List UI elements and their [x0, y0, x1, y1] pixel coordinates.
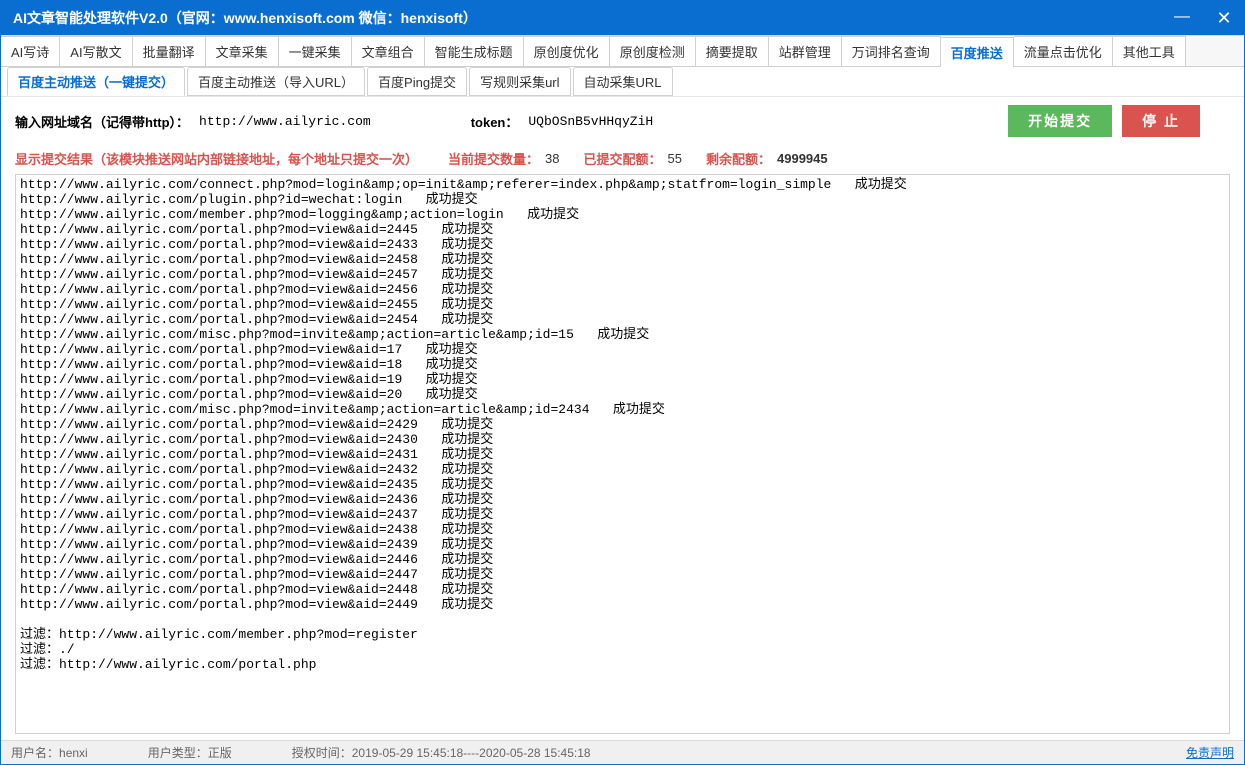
disclaimer-link[interactable]: 免责声明 — [1186, 744, 1234, 761]
sub-tab-4[interactable]: 自动采集URL — [573, 67, 673, 96]
sub-tab-0[interactable]: 百度主动推送（一键提交） — [7, 67, 185, 96]
main-tab-8[interactable]: 原创度检测 — [610, 36, 696, 66]
stop-button[interactable]: 停 止 — [1122, 105, 1200, 137]
start-submit-button[interactable]: 开始提交 — [1008, 105, 1112, 137]
domain-value[interactable]: http://www.ailyric.com — [199, 114, 371, 129]
footer-type-label: 用户类型： — [148, 746, 208, 760]
status-row: 显示提交结果（该模块推送网站内部链接地址，每个地址只提交一次） 当前提交数量： … — [1, 145, 1244, 172]
main-tab-0[interactable]: AI写诗 — [1, 36, 60, 66]
footer-type: 用户类型：正版 — [148, 744, 232, 761]
main-tab-5[interactable]: 文章组合 — [352, 36, 425, 66]
footer-type-value: 正版 — [208, 746, 232, 760]
main-tab-2[interactable]: 批量翻译 — [133, 36, 206, 66]
sub-tab-3[interactable]: 写规则采集url — [469, 67, 570, 96]
remaining-quota-value: 4999945 — [777, 151, 828, 166]
domain-label: 输入网址域名（记得带http）： — [15, 112, 189, 131]
main-tab-7[interactable]: 原创度优化 — [524, 36, 610, 66]
input-row: 输入网址域名（记得带http）： http://www.ailyric.com … — [1, 97, 1244, 145]
submitted-quota-value: 55 — [668, 151, 682, 166]
main-tab-1[interactable]: AI写散文 — [60, 36, 132, 66]
status-bar: 用户名：henxi 用户类型：正版 授权时间：2019-05-29 15:45:… — [1, 740, 1244, 764]
main-tab-6[interactable]: 智能生成标题 — [425, 36, 524, 66]
minimize-button[interactable]: — — [1170, 8, 1194, 29]
footer-auth: 授权时间：2019-05-29 15:45:18----2020-05-28 1… — [292, 744, 591, 761]
token-label: token： — [471, 112, 519, 131]
footer-auth-value: 2019-05-29 15:45:18----2020-05-28 15:45:… — [352, 746, 591, 760]
sub-tab-2[interactable]: 百度Ping提交 — [367, 67, 467, 96]
main-tab-12[interactable]: 百度推送 — [941, 37, 1014, 67]
current-count-label: 当前提交数量： — [448, 149, 539, 168]
footer-user-label: 用户名： — [11, 746, 59, 760]
main-tab-11[interactable]: 万词排名查询 — [842, 36, 941, 66]
close-button[interactable]: ✕ — [1212, 8, 1236, 29]
results-panel[interactable]: http://www.ailyric.com/connect.php?mod=l… — [15, 174, 1230, 734]
titlebar: AI文章智能处理软件V2.0（官网：www.henxisoft.com 微信：h… — [1, 1, 1244, 35]
sub-tab-1[interactable]: 百度主动推送（导入URL） — [187, 67, 365, 96]
sub-tabs: 百度主动推送（一键提交）百度主动推送（导入URL）百度Ping提交写规则采集ur… — [1, 67, 1244, 97]
window-controls: — ✕ — [1170, 8, 1236, 29]
main-tab-4[interactable]: 一键采集 — [279, 36, 352, 66]
main-tab-13[interactable]: 流量点击优化 — [1014, 36, 1113, 66]
main-tab-14[interactable]: 其他工具 — [1113, 36, 1186, 66]
submitted-quota-label: 已提交配额： — [584, 149, 662, 168]
main-tabs: AI写诗AI写散文批量翻译文章采集一键采集文章组合智能生成标题原创度优化原创度检… — [1, 35, 1244, 67]
remaining-quota-label: 剩余配额： — [706, 149, 771, 168]
current-count-value: 38 — [545, 151, 559, 166]
main-tab-10[interactable]: 站群管理 — [769, 36, 842, 66]
footer-user-value: henxi — [59, 746, 88, 760]
result-label: 显示提交结果（该模块推送网站内部链接地址，每个地址只提交一次） — [15, 149, 418, 168]
footer-auth-label: 授权时间： — [292, 746, 352, 760]
main-tab-3[interactable]: 文章采集 — [206, 36, 279, 66]
token-value[interactable]: UQbOSnB5vHHqyZiH — [528, 114, 653, 129]
window-title: AI文章智能处理软件V2.0（官网：www.henxisoft.com 微信：h… — [13, 8, 1170, 28]
main-tab-9[interactable]: 摘要提取 — [696, 36, 769, 66]
footer-user: 用户名：henxi — [11, 744, 88, 761]
